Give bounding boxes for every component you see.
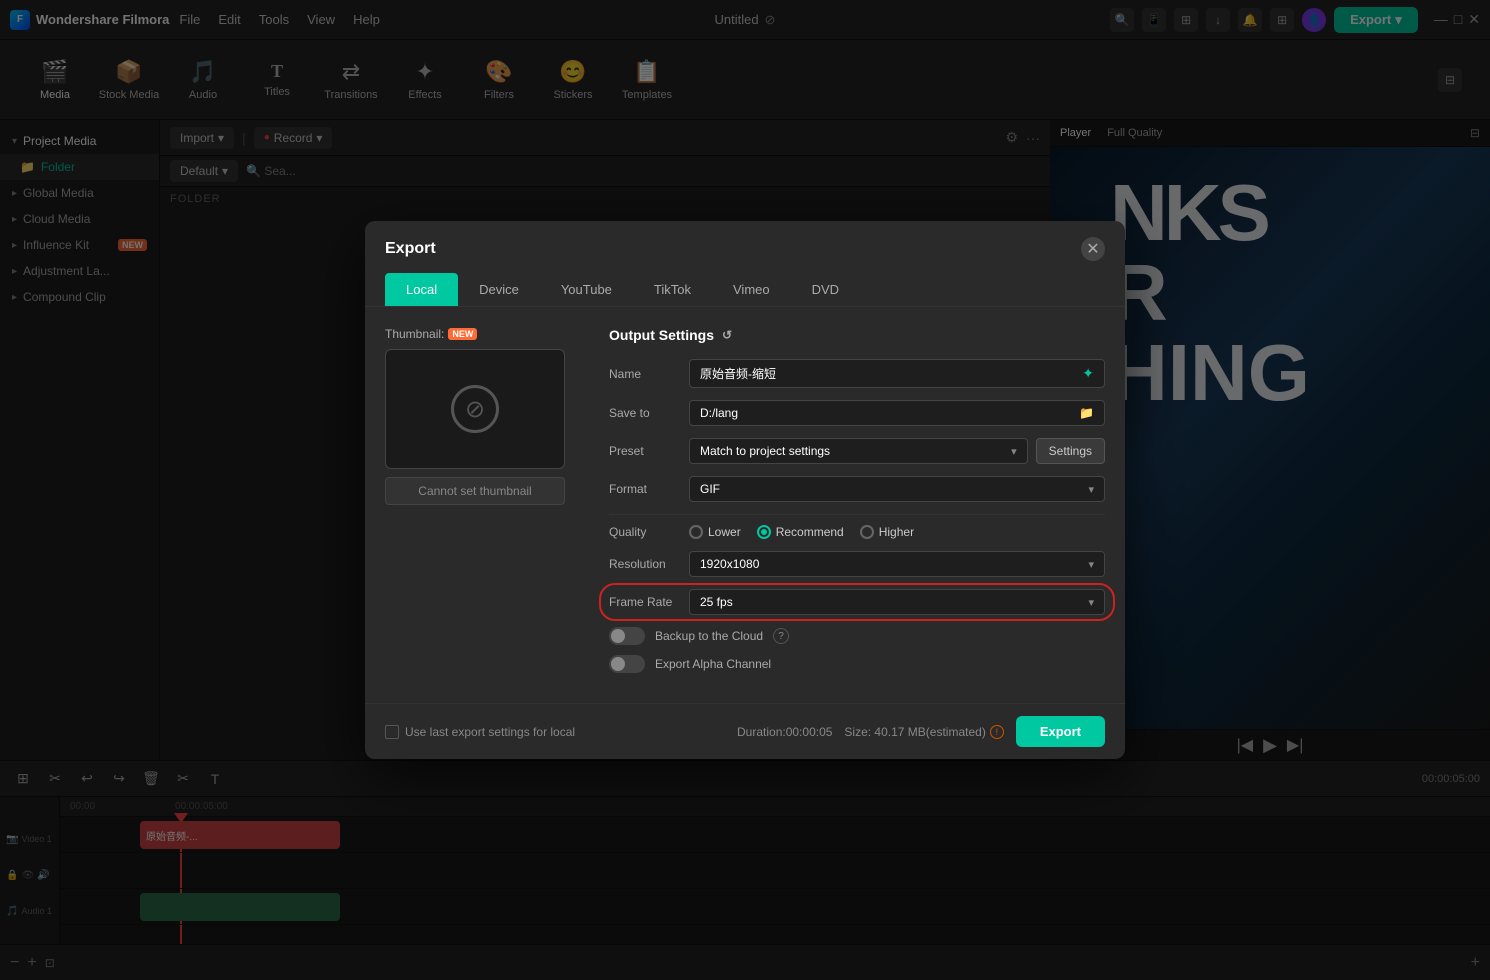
dialog-header: Export ✕ bbox=[365, 221, 1125, 261]
higher-radio-circle bbox=[860, 525, 874, 539]
name-label: Name bbox=[609, 367, 689, 381]
backup-label: Backup to the Cloud bbox=[655, 629, 763, 643]
thumbnail-section: Thumbnail: NEW ⊘ Cannot set thumbnail bbox=[385, 327, 585, 683]
size-label: Size: 40.17 MB(estimated) bbox=[844, 725, 985, 739]
preset-chevron-icon: ▾ bbox=[1011, 445, 1017, 458]
thumbnail-label: Thumbnail: NEW bbox=[385, 327, 585, 341]
resolution-value: 1920x1080 bbox=[700, 557, 759, 571]
name-input[interactable]: ✦ bbox=[689, 359, 1105, 388]
tab-tiktok[interactable]: TikTok bbox=[633, 273, 712, 306]
preset-value: Match to project settings bbox=[700, 444, 830, 458]
alpha-label: Export Alpha Channel bbox=[655, 657, 771, 671]
info-icon[interactable]: ! bbox=[990, 725, 1004, 739]
recommend-radio-circle bbox=[757, 525, 771, 539]
dialog-title: Export bbox=[385, 240, 436, 258]
thumbnail-box: ⊘ bbox=[385, 349, 565, 469]
format-label: Format bbox=[609, 482, 689, 496]
preset-select[interactable]: Match to project settings ▾ bbox=[689, 438, 1028, 464]
ai-icon[interactable]: ✦ bbox=[1082, 365, 1094, 382]
lower-label: Lower bbox=[708, 525, 741, 539]
output-settings-header: Output Settings ↺ bbox=[609, 327, 1105, 343]
backup-help-icon[interactable]: ? bbox=[773, 628, 789, 644]
settings-divider bbox=[609, 514, 1105, 515]
checkbox-icon bbox=[385, 725, 399, 739]
quality-radio-group: Lower Recommend Higher bbox=[689, 525, 914, 539]
use-last-settings-checkbox[interactable]: Use last export settings for local bbox=[385, 725, 575, 739]
quality-higher[interactable]: Higher bbox=[860, 525, 914, 539]
size-text: Size: 40.17 MB(estimated) ! bbox=[844, 725, 1003, 739]
format-value: GIF bbox=[700, 482, 720, 496]
tab-device[interactable]: Device bbox=[458, 273, 540, 306]
resolution-label: Resolution bbox=[609, 557, 689, 571]
settings-section: Output Settings ↺ Name ✦ Save to D:/lang bbox=[609, 327, 1105, 683]
lower-radio-circle bbox=[689, 525, 703, 539]
name-row: Name ✦ bbox=[609, 359, 1105, 388]
tab-youtube[interactable]: YouTube bbox=[540, 273, 633, 306]
frame-rate-row: Frame Rate 25 fps ▾ bbox=[609, 589, 1105, 615]
alpha-toggle-knob bbox=[611, 657, 625, 671]
quality-recommend[interactable]: Recommend bbox=[757, 525, 844, 539]
recommend-radio-dot bbox=[761, 529, 767, 535]
alpha-toggle[interactable] bbox=[609, 655, 645, 673]
format-row: Format GIF ▾ bbox=[609, 476, 1105, 502]
refresh-icon[interactable]: ↺ bbox=[722, 328, 732, 342]
frame-rate-label: Frame Rate bbox=[609, 595, 689, 609]
toggles-section: Backup to the Cloud ? Export Alpha Chann… bbox=[609, 627, 1105, 673]
resolution-row: Resolution 1920x1080 ▾ bbox=[609, 551, 1105, 577]
backup-toggle-knob bbox=[611, 629, 625, 643]
format-select[interactable]: GIF ▾ bbox=[689, 476, 1105, 502]
quality-row: Quality Lower Recommend bbox=[609, 525, 1105, 539]
settings-button[interactable]: Settings bbox=[1036, 438, 1105, 464]
cannot-set-thumbnail-button: Cannot set thumbnail bbox=[385, 477, 565, 505]
use-last-label: Use last export settings for local bbox=[405, 725, 575, 739]
dialog-tabs: Local Device YouTube TikTok Vimeo DVD bbox=[365, 261, 1125, 307]
backup-row: Backup to the Cloud ? bbox=[609, 627, 1105, 645]
quality-lower[interactable]: Lower bbox=[689, 525, 741, 539]
save-to-row: Save to D:/lang 📁 bbox=[609, 400, 1105, 426]
name-text-input[interactable] bbox=[700, 367, 1082, 381]
thumbnail-new-badge: NEW bbox=[448, 328, 477, 340]
preset-label: Preset bbox=[609, 444, 689, 458]
frame-rate-container: 25 fps ▾ bbox=[689, 589, 1105, 615]
preset-row: Preset Match to project settings ▾ Setti… bbox=[609, 438, 1105, 464]
dialog-body: Thumbnail: NEW ⊘ Cannot set thumbnail Ou… bbox=[365, 307, 1125, 703]
tab-dvd[interactable]: DVD bbox=[791, 273, 860, 306]
duration-text: Duration:00:00:05 bbox=[737, 725, 832, 739]
no-thumbnail-icon: ⊘ bbox=[451, 385, 499, 433]
export-footer-button[interactable]: Export bbox=[1016, 716, 1105, 747]
resolution-select[interactable]: 1920x1080 ▾ bbox=[689, 551, 1105, 577]
frame-rate-value: 25 fps bbox=[700, 595, 733, 609]
save-to-value: D:/lang bbox=[700, 406, 738, 420]
dialog-close-button[interactable]: ✕ bbox=[1081, 237, 1105, 261]
recommend-label: Recommend bbox=[776, 525, 844, 539]
frame-rate-select[interactable]: 25 fps ▾ bbox=[689, 589, 1105, 615]
higher-label: Higher bbox=[879, 525, 914, 539]
folder-open-icon[interactable]: 📁 bbox=[1079, 406, 1094, 420]
alpha-row: Export Alpha Channel bbox=[609, 655, 1105, 673]
save-to-input[interactable]: D:/lang 📁 bbox=[689, 400, 1105, 426]
frame-rate-chevron-icon: ▾ bbox=[1088, 596, 1094, 609]
tab-local[interactable]: Local bbox=[385, 273, 458, 306]
export-dialog: Export ✕ Local Device YouTube TikTok Vim… bbox=[365, 221, 1125, 759]
save-to-label: Save to bbox=[609, 406, 689, 420]
modal-overlay: Export ✕ Local Device YouTube TikTok Vim… bbox=[0, 0, 1490, 980]
dialog-footer: Use last export settings for local Durat… bbox=[365, 703, 1125, 759]
backup-toggle[interactable] bbox=[609, 627, 645, 645]
resolution-chevron-icon: ▾ bbox=[1088, 558, 1094, 571]
format-chevron-icon: ▾ bbox=[1088, 483, 1094, 496]
quality-label: Quality bbox=[609, 525, 689, 539]
tab-vimeo[interactable]: Vimeo bbox=[712, 273, 791, 306]
